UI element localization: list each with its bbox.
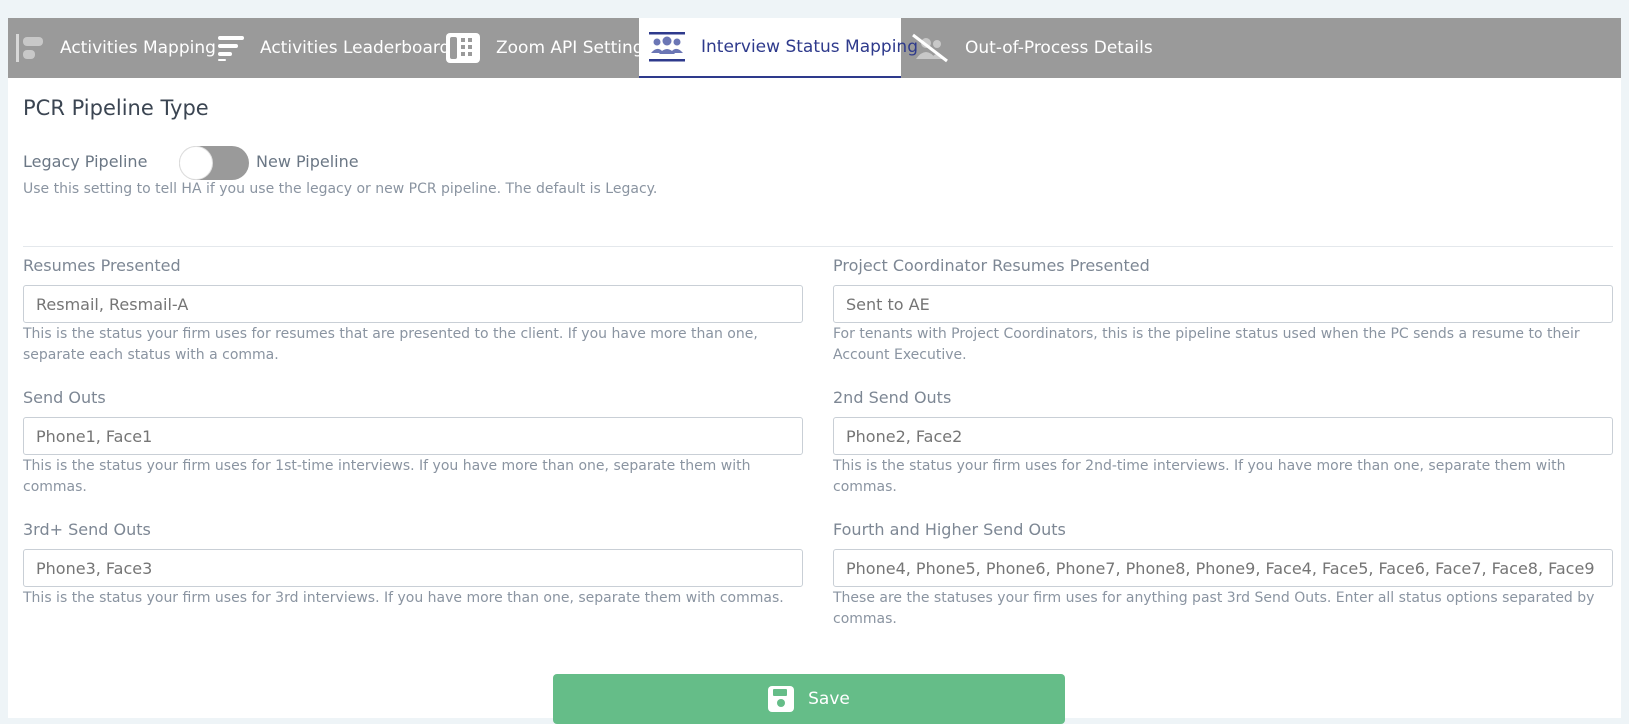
pc-resumes-presented-input[interactable] [833,285,1613,323]
toggle-knob [179,146,213,180]
third-send-outs-field: 3rd+ Send Outs This is the status your f… [23,520,803,609]
field-label: 2nd Send Outs [833,388,952,407]
field-label: Project Coordinator Resumes Presented [833,256,1150,275]
users-slash-icon [911,33,949,63]
resumes-presented-field: Resumes Presented This is the status you… [23,256,803,366]
tab-label: Zoom API Settings [496,38,653,58]
bar-chart-icon [16,34,44,62]
field-help: For tenants with Project Coordinators, t… [833,326,1580,363]
tab-label: Interview Status Mapping [701,37,918,57]
pipeline-toggle[interactable] [179,146,249,180]
field-label: Send Outs [23,388,106,407]
field-label: 3rd+ Send Outs [23,520,151,539]
send-outs-field: Send Outs This is the status your firm u… [23,388,803,498]
save-label: Save [808,689,850,709]
pc-resumes-presented-field: Project Coordinator Resumes Presented Fo… [833,256,1613,366]
fourth-send-outs-input[interactable] [833,549,1613,587]
resumes-presented-input[interactable] [23,285,803,323]
tab-bar: Activities Mapping Activities Leaderboar… [8,18,1621,78]
second-send-outs-field: 2nd Send Outs This is the status your fi… [833,388,1613,498]
field-help: These are the statuses your firm uses fo… [833,590,1595,627]
field-label: Fourth and Higher Send Outs [833,520,1066,539]
field-help: This is the status your firm uses for 2n… [833,458,1566,495]
field-help: This is the status your firm uses for re… [23,326,758,363]
tab-activities-mapping[interactable]: Activities Mapping [16,18,216,78]
fourth-send-outs-field: Fourth and Higher Send Outs These are th… [833,520,1613,630]
pipeline-toggle-row: Legacy Pipeline New Pipeline [23,146,623,182]
field-help: This is the status your firm uses for 1s… [23,458,751,495]
tab-zoom-api-settings[interactable]: Zoom API Settings [446,18,652,78]
new-pipeline-label: New Pipeline [256,152,359,171]
legacy-pipeline-label: Legacy Pipeline [23,152,148,171]
field-help: This is the status your firm uses for 3r… [23,590,784,606]
tab-label: Activities Leaderboard [260,38,451,58]
send-outs-input[interactable] [23,417,803,455]
floppy-disk-icon [768,686,795,712]
users-icon [649,32,685,62]
save-button[interactable]: Save [553,674,1065,724]
settings-card: Activities Mapping Activities Leaderboar… [8,18,1621,724]
leaderboard-icon [218,35,244,61]
tab-interview-status-mapping[interactable]: Interview Status Mapping [639,18,918,78]
second-send-outs-input[interactable] [833,417,1613,455]
pipeline-help: Use this setting to tell HA if you use t… [23,181,658,197]
third-send-outs-input[interactable] [23,549,803,587]
tab-activities-leaderboard[interactable]: Activities Leaderboard [218,18,450,78]
tab-label: Activities Mapping [60,38,216,58]
divider [23,246,1613,247]
field-label: Resumes Presented [23,256,181,275]
phone-icon [446,33,480,63]
tab-label: Out-of-Process Details [965,38,1153,58]
section-title: PCR Pipeline Type [23,96,209,120]
tab-out-of-process-details[interactable]: Out-of-Process Details [911,18,1153,78]
